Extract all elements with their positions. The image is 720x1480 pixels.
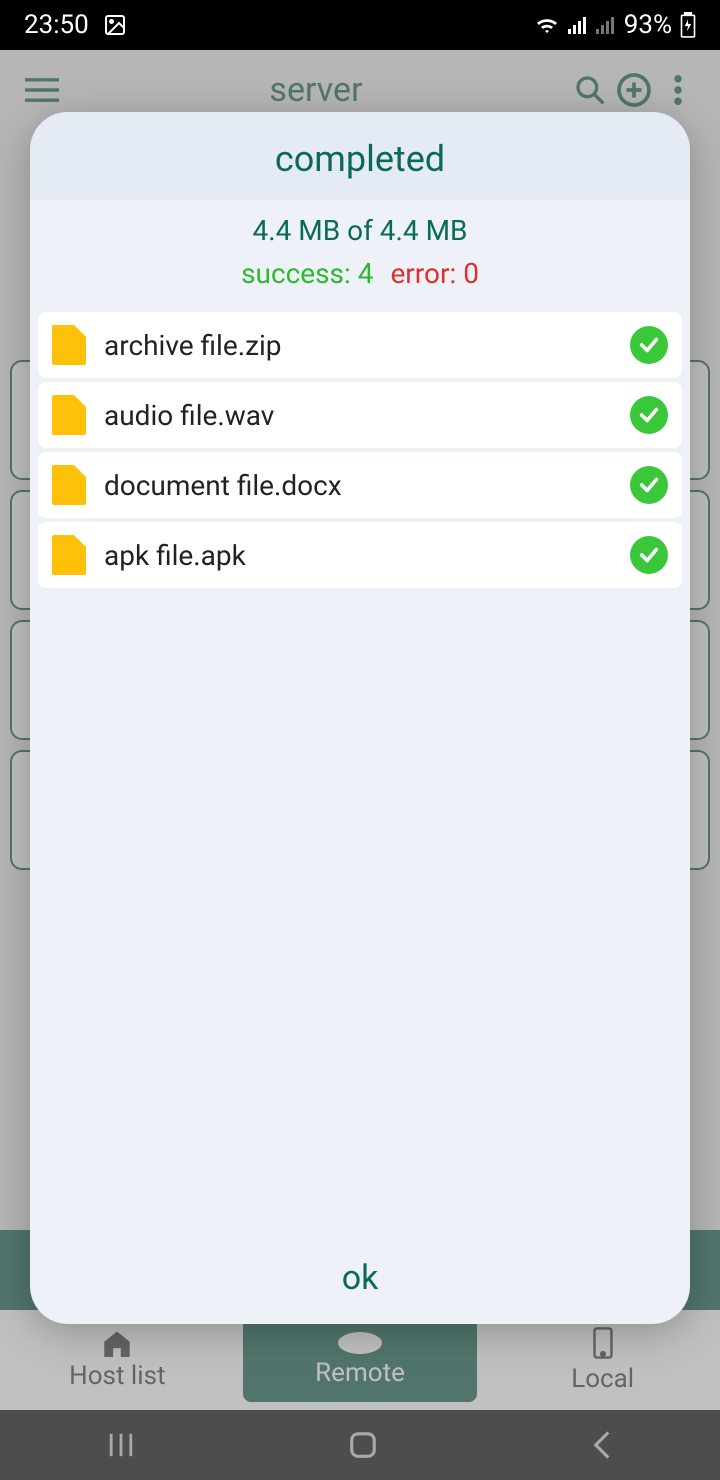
- file-name: archive file.zip: [104, 329, 612, 362]
- ok-button[interactable]: ok: [30, 1232, 690, 1324]
- completed-dialog: completed 4.4 MB of 4.4 MB success: 4 er…: [30, 112, 690, 1324]
- file-name: document file.docx: [104, 469, 612, 502]
- file-row[interactable]: archive file.zip: [38, 312, 682, 378]
- file-row[interactable]: document file.docx: [38, 452, 682, 518]
- battery-icon: [680, 12, 696, 38]
- check-icon: [630, 536, 668, 574]
- signal-icon: [568, 16, 588, 34]
- success-count: 4: [358, 257, 374, 290]
- signal-weak-icon: [596, 16, 616, 34]
- check-icon: [630, 326, 668, 364]
- file-row[interactable]: apk file.apk: [38, 522, 682, 588]
- file-icon: [52, 395, 86, 435]
- dialog-title: completed: [30, 112, 690, 200]
- file-list: archive file.zip audio file.wav document f…: [30, 304, 690, 1232]
- file-icon: [52, 465, 86, 505]
- file-name: audio file.wav: [104, 399, 612, 432]
- check-icon: [630, 396, 668, 434]
- check-icon: [630, 466, 668, 504]
- wifi-icon: [534, 15, 560, 35]
- battery-text: 93%: [624, 10, 672, 40]
- success-label: success:: [241, 257, 358, 290]
- file-name: apk file.apk: [104, 539, 612, 572]
- error-count: 0: [463, 257, 479, 290]
- error-label: error:: [390, 257, 463, 290]
- file-row[interactable]: audio file.wav: [38, 382, 682, 448]
- transfer-counts: success: 4 error: 0: [30, 251, 690, 304]
- file-icon: [52, 325, 86, 365]
- file-icon: [52, 535, 86, 575]
- image-icon: [103, 13, 127, 37]
- status-time: 23:50: [24, 10, 89, 40]
- status-bar: 23:50 93%: [0, 0, 720, 50]
- transfer-size: 4.4 MB of 4.4 MB: [30, 200, 690, 251]
